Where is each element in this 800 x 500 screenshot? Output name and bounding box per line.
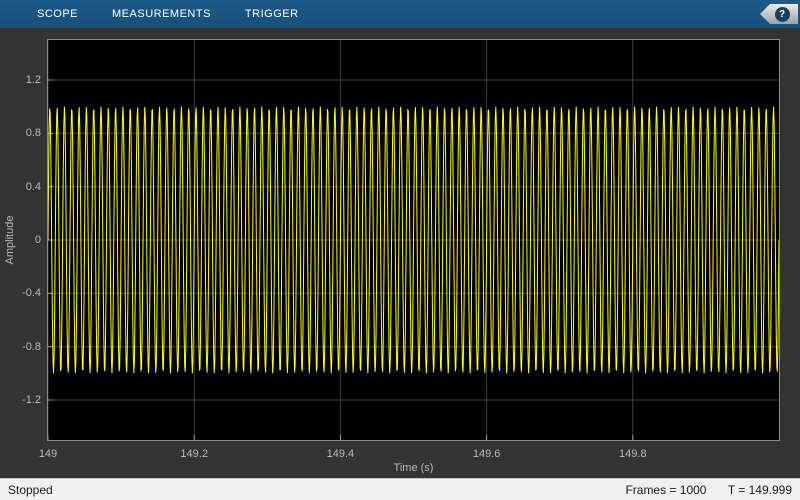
plot-area: [47, 39, 780, 441]
status-readouts: Frames = 1000 T = 149.999: [607, 483, 792, 497]
x-tick-label: 149: [38, 448, 58, 460]
time-scope-window: SCOPE MEASUREMENTS TRIGGER ? Amplitude 1…: [0, 0, 800, 500]
x-tick-label: 149.4: [326, 448, 355, 460]
y-axis-label: Amplitude: [4, 215, 16, 265]
y-tick-label: -0.4: [22, 287, 41, 300]
y-tick-label: 0.8: [25, 127, 41, 140]
x-tick-label: 149.2: [180, 448, 208, 460]
y-tick-label: -0.8: [22, 340, 41, 353]
tab-trigger[interactable]: TRIGGER: [228, 0, 316, 28]
time-readout: T = 149.999: [727, 482, 792, 497]
scope-display: Amplitude 1.2 0.8 0.4 0 -0.4 -0.8 -1.2 149 149.…: [0, 28, 800, 478]
y-tick-label: 0.4: [25, 180, 41, 193]
x-tick-label: 149.8: [619, 448, 647, 460]
x-axis-label: Time (s): [393, 462, 434, 474]
tab-scope[interactable]: SCOPE: [20, 0, 95, 28]
tab-measurements[interactable]: MEASUREMENTS: [95, 0, 228, 28]
toolstrip-tabs: SCOPE MEASUREMENTS TRIGGER: [20, 0, 316, 28]
x-tick-label: 149.6: [472, 448, 501, 460]
waveform-svg: [48, 40, 779, 440]
question-mark-icon: ?: [774, 6, 790, 22]
toolstrip: SCOPE MEASUREMENTS TRIGGER ?: [0, 0, 800, 28]
status-bar: Stopped Frames = 1000 T = 149.999: [0, 478, 800, 500]
status-text: Stopped: [8, 482, 53, 497]
y-tick-label: -1.2: [22, 394, 41, 406]
y-tick-label: 1.2: [25, 74, 41, 86]
help-button[interactable]: ?: [760, 4, 798, 24]
frames-count: Frames = 1000: [625, 482, 707, 497]
